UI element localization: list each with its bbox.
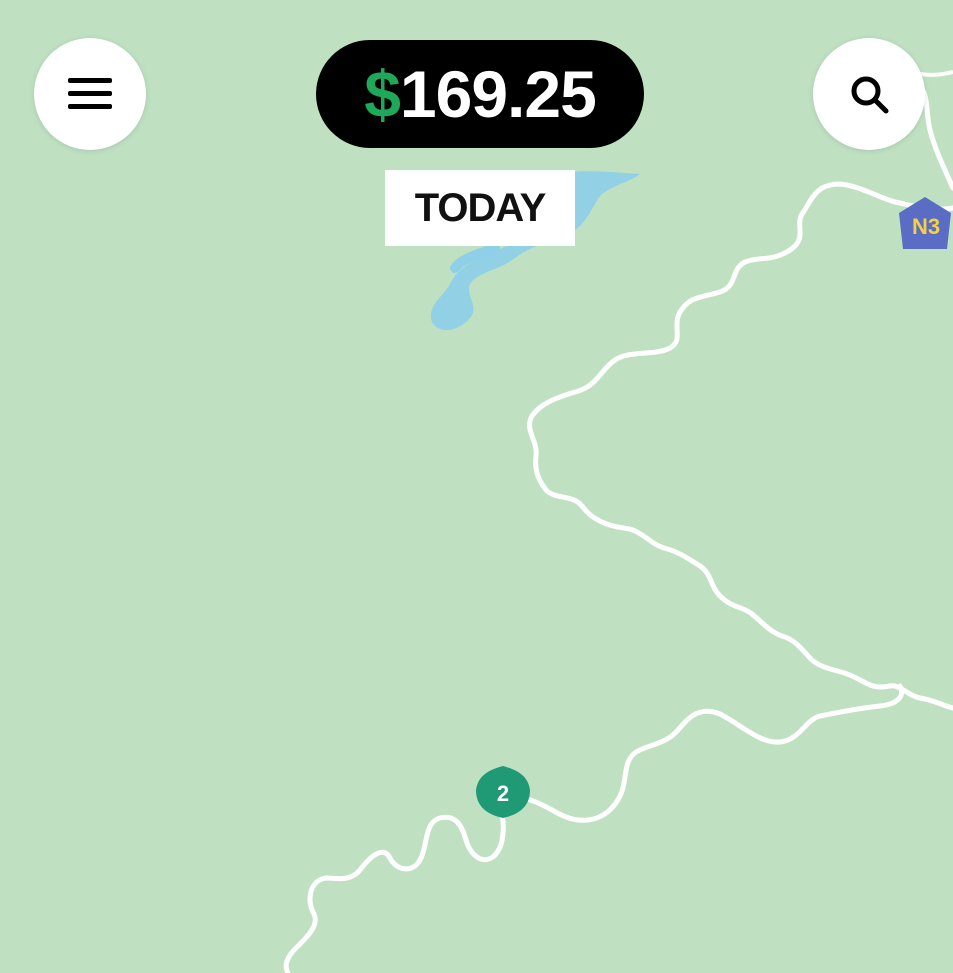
earnings-today-button[interactable]: $ 169.25 xyxy=(316,40,644,148)
map-screen: N3 2 $ 169.25 TODAY xyxy=(0,0,953,973)
route-marker-n3: N3 xyxy=(899,197,951,249)
earnings-amount: 169.25 xyxy=(399,57,597,131)
earnings-currency-symbol: $ xyxy=(364,57,401,131)
earnings-period-label: TODAY xyxy=(385,170,575,246)
route-marker-2: 2 xyxy=(476,766,530,818)
road-top-right xyxy=(919,70,953,77)
hamburger-menu-icon xyxy=(68,78,112,109)
route-marker-2-label: 2 xyxy=(497,781,509,806)
magnifier-icon xyxy=(851,76,889,114)
route-marker-n3-label: N3 xyxy=(912,214,940,239)
road-main-winding xyxy=(527,181,953,711)
road-south-west xyxy=(283,803,506,973)
menu-button[interactable] xyxy=(34,38,146,150)
search-button[interactable] xyxy=(813,38,925,150)
road-east-connector xyxy=(527,683,905,823)
